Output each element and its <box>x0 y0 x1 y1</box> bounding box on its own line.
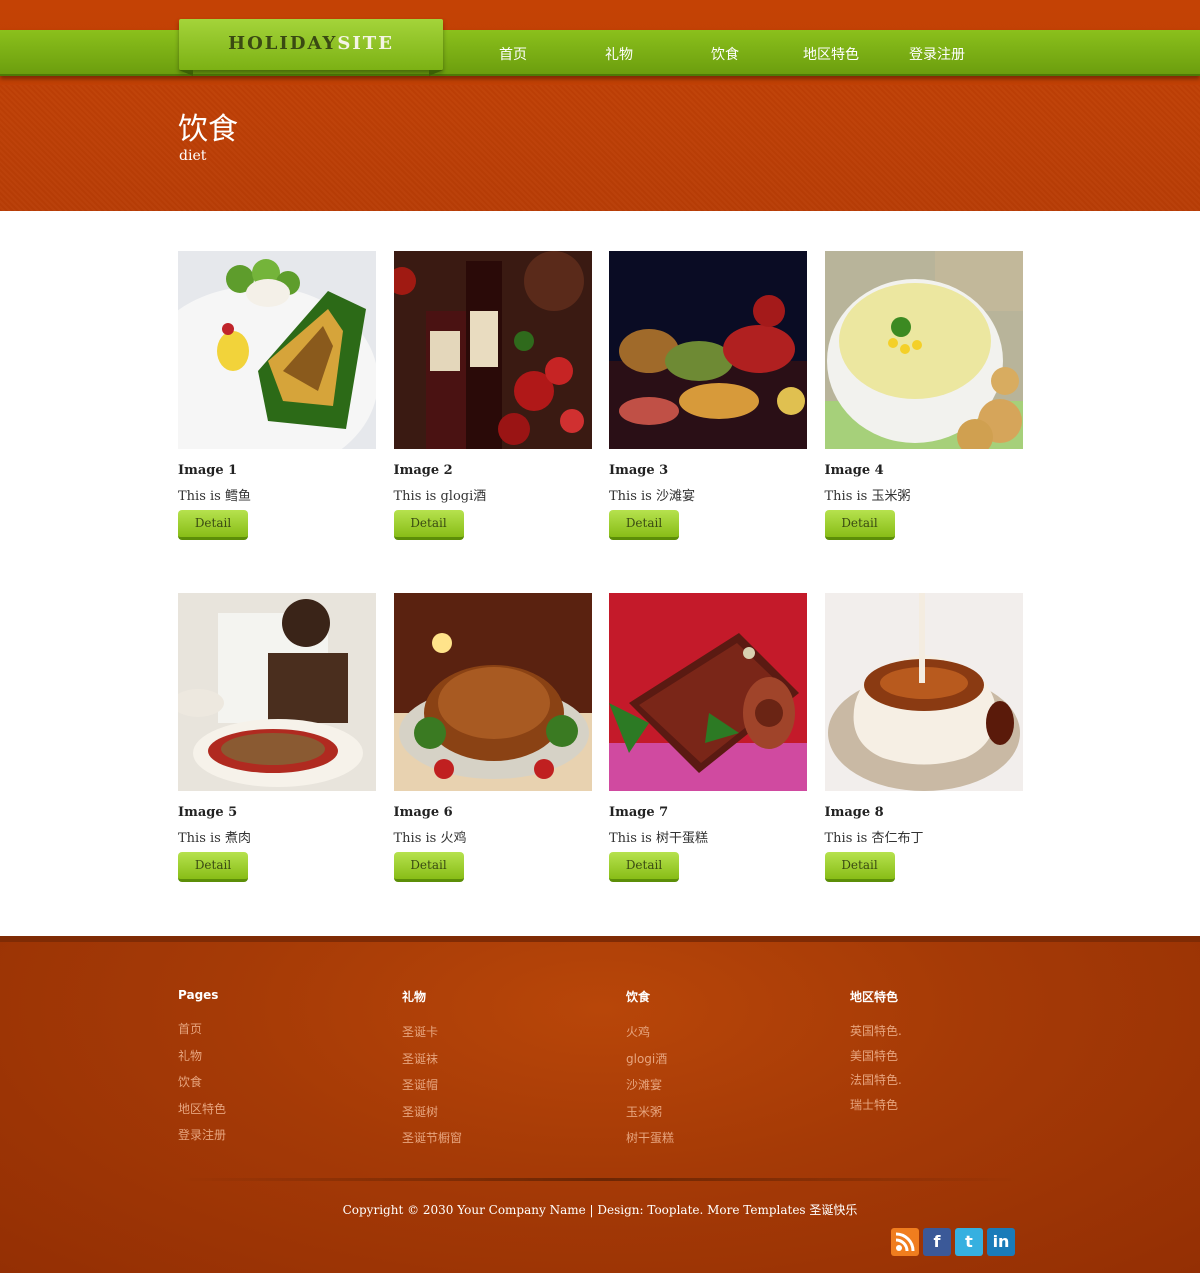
footer-link[interactable]: 瑞士特色 <box>850 1093 1050 1118</box>
food-image-cod[interactable] <box>178 251 376 449</box>
food-image-almond-pudding[interactable] <box>824 593 1023 791</box>
food-image-corn-soup[interactable] <box>824 251 1023 449</box>
footer-link[interactable]: 圣诞帽 <box>402 1072 602 1099</box>
footer-heading: Pages <box>178 988 219 1002</box>
gallery-card: Image 5 This is 煮肉 Detail <box>178 593 376 882</box>
card-title: Image 4 <box>824 463 884 478</box>
card-title: Image 2 <box>393 463 453 478</box>
footer-heading: 地区特色 <box>850 990 899 1004</box>
site-footer: Pages 首页 礼物 饮食 地区特色 登录注册 礼物 圣诞卡 圣诞袜 圣诞帽 … <box>0 936 1200 1273</box>
footer-link[interactable]: 玉米粥 <box>626 1099 826 1126</box>
footer-link[interactable]: 首页 <box>178 1016 378 1043</box>
detail-button[interactable]: Detail <box>609 852 679 882</box>
footer-link[interactable]: 地区特色 <box>178 1096 378 1123</box>
footer-link[interactable]: 美国特色 <box>850 1044 1050 1069</box>
gallery-card: Image 4 This is 玉米粥 Detail <box>824 251 1023 540</box>
linkedin-icon[interactable]: in <box>987 1228 1015 1256</box>
gallery-row: Image 5 This is 煮肉 Detail Image 6 This i… <box>178 593 1038 882</box>
copyright-text: Copyright © 2030 Your Company Name | Des… <box>342 1203 858 1217</box>
gallery-row: Image 1 This is 鳕鱼 Detail Image 2 This i… <box>178 251 1038 540</box>
detail-button[interactable]: Detail <box>824 852 895 882</box>
logo-ribbon-left <box>179 70 193 76</box>
card-description: This is 玉米粥 <box>824 489 911 504</box>
gallery-card: Image 1 This is 鳕鱼 Detail <box>178 251 376 540</box>
footer-link[interactable]: 礼物 <box>178 1043 378 1070</box>
footer-link[interactable]: 圣诞树 <box>402 1099 602 1126</box>
nav-item-regional[interactable]: 地区特色 <box>778 30 884 76</box>
footer-heading: 礼物 <box>402 990 427 1004</box>
nav-item-login[interactable]: 登录注册 <box>884 30 990 76</box>
card-title: Image 3 <box>609 463 669 478</box>
image-gallery: Image 1 This is 鳕鱼 Detail Image 2 This i… <box>178 251 1038 935</box>
card-description: This is 火鸡 <box>393 831 467 846</box>
food-image-beach-feast[interactable] <box>609 251 807 449</box>
food-image-log-cake[interactable] <box>609 593 807 791</box>
food-image-turkey[interactable] <box>393 593 592 791</box>
gallery-card: Image 8 This is 杏仁布丁 Detail <box>824 593 1023 882</box>
site-logo[interactable]: HOLIDAYSITE <box>179 19 443 70</box>
page-subtitle: diet <box>179 148 207 164</box>
food-image-glogi[interactable] <box>393 251 592 449</box>
card-title: Image 1 <box>178 463 238 478</box>
social-links: f t in <box>891 1228 1019 1256</box>
footer-column-diet: 饮食 火鸡 glogi酒 沙滩宴 玉米粥 树干蛋糕 <box>626 988 826 1152</box>
detail-button[interactable]: Detail <box>609 510 679 540</box>
detail-button[interactable]: Detail <box>824 510 895 540</box>
rss-icon[interactable] <box>891 1228 919 1256</box>
detail-button[interactable]: Detail <box>178 510 248 540</box>
footer-link[interactable]: 树干蛋糕 <box>626 1125 826 1152</box>
card-description: This is 树干蛋糕 <box>609 831 708 846</box>
footer-link[interactable]: 圣诞袜 <box>402 1046 602 1073</box>
footer-link[interactable]: 饮食 <box>178 1069 378 1096</box>
twitter-icon[interactable]: t <box>955 1228 983 1256</box>
logo-text: HOLIDAYSITE <box>228 33 394 54</box>
card-title: Image 5 <box>178 805 238 820</box>
food-image-boiled-meat[interactable] <box>178 593 376 791</box>
main-nav: 首页 礼物 饮食 地区特色 登录注册 <box>460 30 990 76</box>
footer-heading: 饮食 <box>626 990 651 1004</box>
nav-item-gifts[interactable]: 礼物 <box>566 30 672 76</box>
footer-column-pages: Pages 首页 礼物 饮食 地区特色 登录注册 <box>178 988 378 1149</box>
gallery-card: Image 6 This is 火鸡 Detail <box>393 593 592 882</box>
footer-link[interactable]: 英国特色. <box>850 1019 1050 1044</box>
gallery-card: Image 3 This is 沙滩宴 Detail <box>609 251 807 540</box>
gallery-card: Image 7 This is 树干蛋糕 Detail <box>609 593 807 882</box>
footer-link[interactable]: 圣诞节橱窗 <box>402 1125 602 1152</box>
detail-button[interactable]: Detail <box>178 852 248 882</box>
card-title: Image 8 <box>824 805 884 820</box>
facebook-icon[interactable]: f <box>923 1228 951 1256</box>
card-description: This is 鳕鱼 <box>178 489 251 504</box>
footer-link[interactable]: 火鸡 <box>626 1019 826 1046</box>
footer-column-regional: 地区特色 英国特色. 美国特色 法国特色. 瑞士特色 <box>850 988 1050 1117</box>
card-description: This is glogi酒 <box>393 489 487 504</box>
card-title: Image 7 <box>609 805 669 820</box>
footer-link[interactable]: 登录注册 <box>178 1122 378 1149</box>
card-description: This is 沙滩宴 <box>609 489 695 504</box>
detail-button[interactable]: Detail <box>393 852 464 882</box>
footer-link[interactable]: glogi酒 <box>626 1046 826 1073</box>
card-title: Image 6 <box>393 805 453 820</box>
card-description: This is 煮肉 <box>178 831 251 846</box>
nav-item-diet[interactable]: 饮食 <box>672 30 778 76</box>
footer-column-gifts: 礼物 圣诞卡 圣诞袜 圣诞帽 圣诞树 圣诞节橱窗 <box>402 988 602 1152</box>
footer-divider <box>178 1178 1022 1181</box>
page-title: 饮食 <box>178 112 238 147</box>
detail-button[interactable]: Detail <box>393 510 464 540</box>
nav-item-home[interactable]: 首页 <box>460 30 566 76</box>
card-description: This is 杏仁布丁 <box>824 831 924 846</box>
footer-link[interactable]: 圣诞卡 <box>402 1019 602 1046</box>
gallery-card: Image 2 This is glogi酒 Detail <box>393 251 592 540</box>
footer-link[interactable]: 沙滩宴 <box>626 1072 826 1099</box>
logo-ribbon-right <box>429 70 443 76</box>
footer-link[interactable]: 法国特色. <box>850 1068 1050 1093</box>
